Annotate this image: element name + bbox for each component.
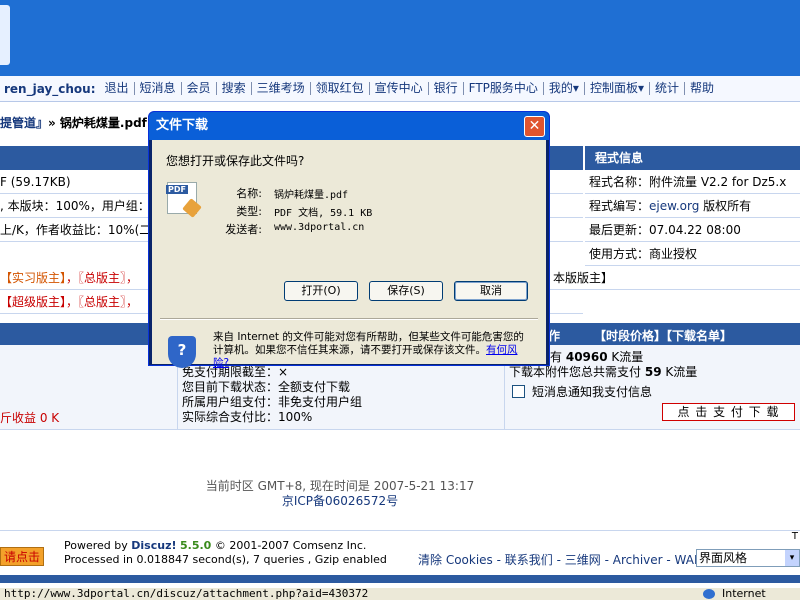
chevron-down-icon[interactable]: ▾ xyxy=(785,550,799,566)
nav-username[interactable]: ren_jay_chou: xyxy=(0,82,96,96)
nav-item-promo[interactable]: 宣传中心 xyxy=(370,82,429,95)
payment-header-links[interactable]: 【时段价格】【下载名单】 xyxy=(594,327,732,344)
nav-item-mine[interactable]: 我的▾ xyxy=(544,82,585,95)
file-from-value: www.3dportal.cn xyxy=(274,222,365,233)
copyright[interactable]: © 2001-2007 Comsenz Inc. xyxy=(215,539,367,552)
flow-prefix: 有 xyxy=(550,350,563,364)
program-info-header: 程式信息 xyxy=(585,146,800,170)
dialog-question: 您想打开或保存此文件吗? xyxy=(166,154,305,168)
file-type-label: 类型: xyxy=(236,205,262,218)
dialog-title[interactable]: 文件下载 xyxy=(149,112,549,140)
powered-prefix: Powered by xyxy=(64,539,132,552)
warning-text: 来自 Internet 的文件可能对您有所帮助，但某些文件可能危害您的计算机。如… xyxy=(213,331,524,356)
need-value: 59 xyxy=(644,365,662,379)
powered-version: 5.5.0 xyxy=(180,539,212,552)
flow-line: 有 40960 K流量 xyxy=(550,350,643,365)
cancel-button[interactable]: 取消 xyxy=(454,281,528,301)
flow-suffix: K流量 xyxy=(611,350,644,364)
icp-link[interactable]: 京ICP备06026572号 xyxy=(0,492,680,509)
processed-info: Processed in 0.018847 second(s), 7 queri… xyxy=(64,553,387,566)
browser-status-bar: http://www.3dportal.cn/discuz/attachment… xyxy=(0,588,800,600)
footer-links: 清除 Cookies - 联系我们 - 三维网 - Archiver - WAP xyxy=(418,553,702,567)
notify-checkbox[interactable] xyxy=(512,385,525,398)
program-author-link[interactable]: ejew.org xyxy=(649,199,699,213)
dialog-body: 您想打开或保存此文件吗? PDF 名称: 锅炉耗煤量.pdf 类型: PDF 文… xyxy=(152,140,546,369)
nav-item-bank[interactable]: 银行 xyxy=(429,82,464,95)
top-nav: ren_jay_chou: 退出 短消息 会员 搜索 三维考场 领取红包 宣传中… xyxy=(0,76,800,102)
status-url: http://www.3dportal.cn/discuz/attachment… xyxy=(4,588,369,600)
group-pay: 所属用户组支付：非免支付用户组 xyxy=(182,395,363,409)
footer-link-3dportal[interactable]: 三维网 xyxy=(565,553,601,567)
nav-item-redpacket[interactable]: 领取红包 xyxy=(311,82,370,95)
dialog-separator xyxy=(160,318,538,320)
file-type-value: PDF 文档, 59.1 KB xyxy=(274,208,373,219)
program-name-row: 程式名称：附件流量 V2.2 for Dz5.x xyxy=(585,170,800,194)
moderator-general-2[interactable]: ，〖总版主〗， xyxy=(66,295,138,309)
nav-item-control-panel[interactable]: 控制面板▾ xyxy=(585,82,650,95)
program-author-row: 程式编写：ejew.org 版权所有 xyxy=(585,194,800,218)
nav-item-stats[interactable]: 统计 xyxy=(650,82,685,95)
nav-item-members[interactable]: 会员 xyxy=(182,82,217,95)
site-footer: 请点击 Powered by Discuz! 5.5.0 © 2001-2007… xyxy=(0,530,800,570)
program-author-suffix: 版权所有 xyxy=(699,199,752,213)
attachment-size: F (59.17KB) xyxy=(0,175,71,189)
footer-link-contact[interactable]: 联系我们 xyxy=(505,553,553,567)
moderator-super[interactable]: 【超级版主】 xyxy=(0,295,66,309)
left-income: 斤收益 0 K xyxy=(0,411,60,425)
site-logo[interactable] xyxy=(0,5,10,65)
need-line: 下载本附件您总共需支付 59 K流量 xyxy=(509,365,697,380)
pdf-tag: PDF xyxy=(166,185,188,194)
program-usage-row: 使用方式：商业授权 xyxy=(585,242,800,266)
file-download-dialog: 文件下载 ✕ 您想打开或保存此文件吗? PDF 名称: 锅炉耗煤量.pdf 类型… xyxy=(148,111,550,369)
globe-icon xyxy=(703,589,715,599)
pen-icon xyxy=(182,198,202,218)
moderator-general[interactable]: ，〖总版主〗， xyxy=(66,271,138,285)
site-header-banner xyxy=(0,0,800,76)
left-click-button[interactable]: 请点击 xyxy=(0,547,45,566)
footer-bottom-bar xyxy=(0,575,800,583)
status-zone: Internet xyxy=(722,588,766,600)
footer-link-archiver[interactable]: Archiver xyxy=(613,553,663,567)
program-author-label: 程式编写： xyxy=(589,199,650,213)
attachment-ratio: , 本版块：100%，用户组： xyxy=(0,199,150,213)
breadcrumb-forum[interactable]: 提管道』 xyxy=(0,114,48,131)
open-button[interactable]: 打开(O) xyxy=(284,281,358,301)
program-updated-row: 最后更新：07.04.22 08:00 xyxy=(585,218,800,242)
file-name-label: 名称: xyxy=(236,187,262,200)
pdf-file-icon: PDF xyxy=(166,182,202,218)
save-button[interactable]: 保存(S) xyxy=(369,281,443,301)
file-name-value: 锅炉耗煤量.pdf xyxy=(274,190,349,201)
powered-brand[interactable]: Discuz! xyxy=(131,539,176,552)
security-warning: 来自 Internet 的文件可能对您有所帮助，但某些文件可能危害您的计算机。如… xyxy=(213,331,533,370)
flow-value: 40960 xyxy=(565,350,608,364)
nav-item-logout[interactable]: 退出 xyxy=(100,82,135,95)
notify-label[interactable]: 短消息通知我支付信息 xyxy=(532,385,652,400)
nav-item-ftp[interactable]: FTP服务中心 xyxy=(464,82,544,95)
footer-link-cookies[interactable]: 清除 Cookies xyxy=(418,553,493,567)
close-icon[interactable]: ✕ xyxy=(524,116,545,137)
program-usage: 使用方式：商业授权 xyxy=(589,247,698,261)
nav-item-search[interactable]: 搜索 xyxy=(217,82,252,95)
style-select-value: 界面风格 xyxy=(699,551,748,565)
moderator-intern[interactable]: 【实习版主】 xyxy=(0,271,66,285)
program-updated: 最后更新：07.04.22 08:00 xyxy=(589,223,741,237)
need-suffix: K流量 xyxy=(665,365,698,379)
pay-download-button[interactable]: 点 击 支 付 下 载 xyxy=(662,403,795,421)
program-name: 程式名称：附件流量 V2.2 for Dz5.x xyxy=(589,175,787,189)
moderator-board[interactable]: 本版版主】 xyxy=(553,266,613,289)
security-shield-icon xyxy=(168,336,196,368)
nav-item-exam[interactable]: 三维考场 xyxy=(252,82,311,95)
download-status: 您目前下载状态：全额支付下载 xyxy=(182,380,351,394)
nav-item-help[interactable]: 帮助 xyxy=(685,82,719,95)
style-select[interactable]: 界面风格 ▾ xyxy=(696,549,800,567)
powered-by: Powered by Discuz! 5.5.0 © 2001-2007 Com… xyxy=(64,539,366,552)
breadcrumb-file: » 锅炉耗煤量.pdf xyxy=(48,116,147,130)
file-from-label: 发送者: xyxy=(225,223,262,236)
back-to-top-link[interactable]: T xyxy=(792,531,798,542)
actual-ratio: 实际综合支付比：100% xyxy=(182,410,313,424)
attachment-income: 上/K，作者收益比：10%(二次 xyxy=(0,223,164,237)
nav-item-messages[interactable]: 短消息 xyxy=(135,82,182,95)
